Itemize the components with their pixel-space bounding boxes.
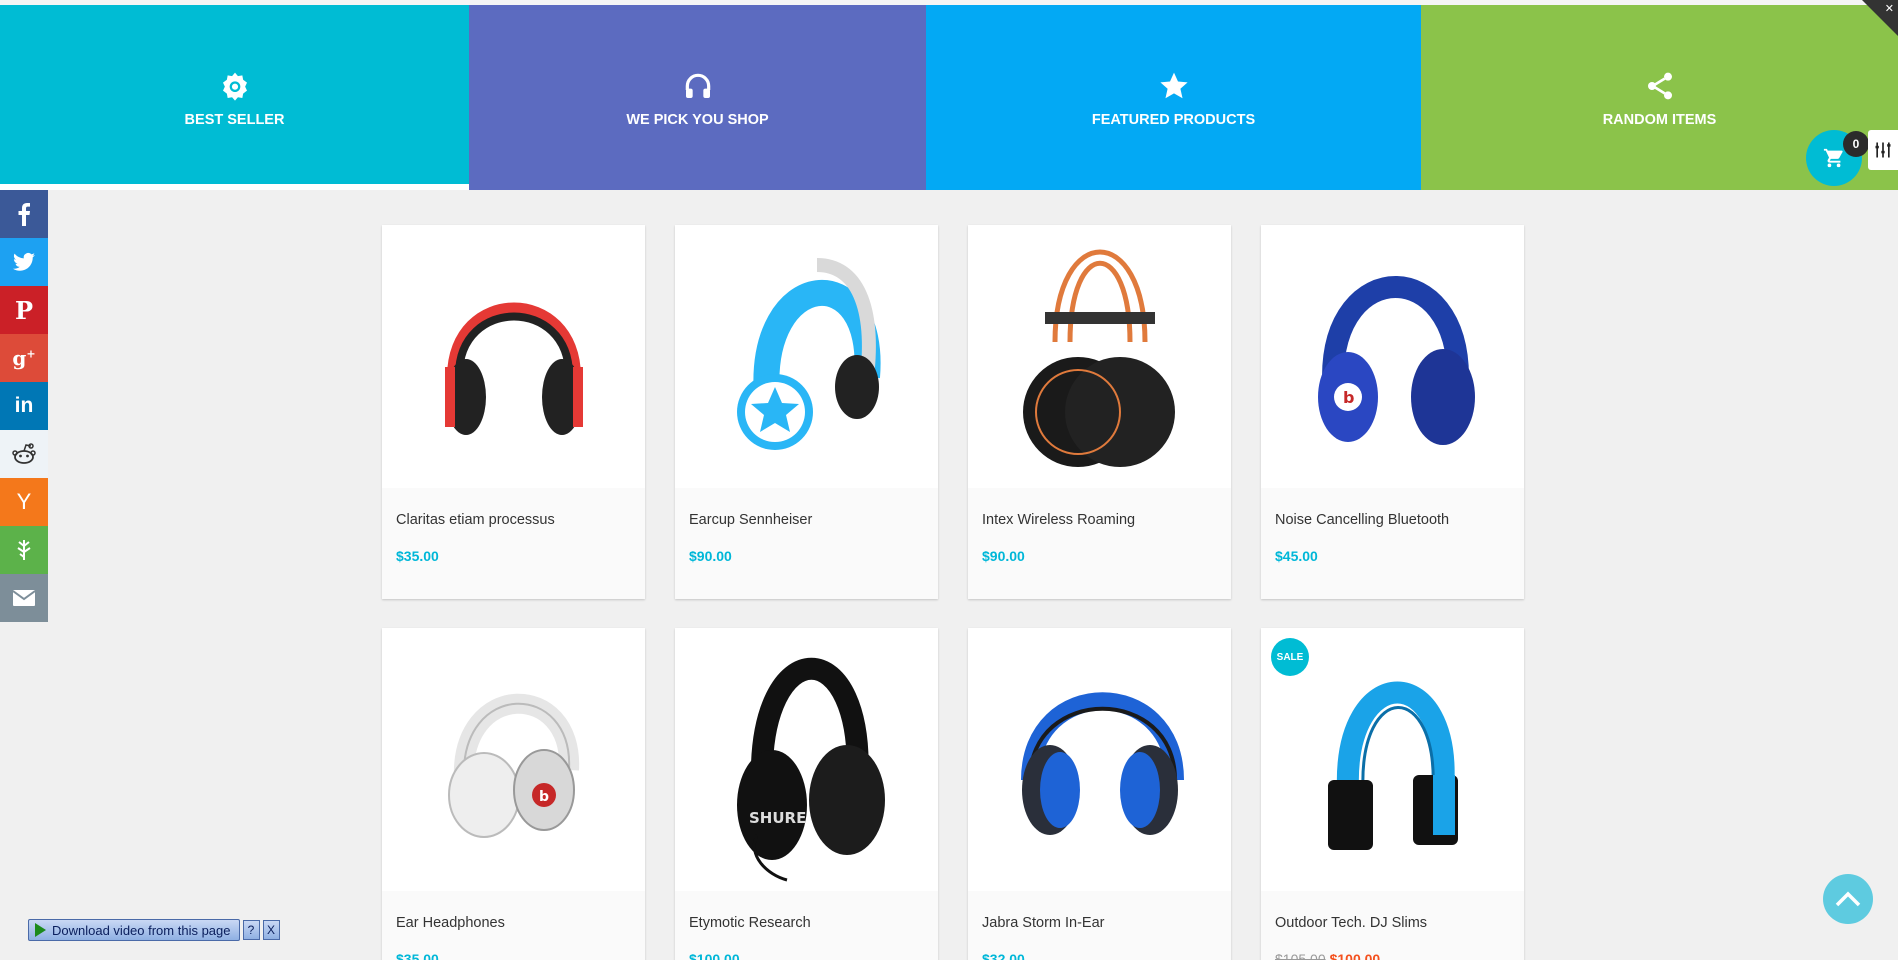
product-name[interactable]: Claritas etiam processus [396,512,631,528]
linkedin-share-button[interactable]: in [0,382,48,430]
sale-price: $100.00 [1329,951,1381,960]
svg-text:b: b [1343,388,1354,407]
product-image[interactable]: b [382,628,645,891]
linkedin-icon: in [14,394,34,417]
pinterest-icon: P [14,295,34,325]
google-plus-share-button[interactable]: g+ [0,334,48,382]
product-image[interactable] [675,225,938,488]
headphones-icon [680,68,716,104]
chevron-up-icon [1835,891,1861,907]
evernote-icon [17,540,31,560]
share-icon [1642,68,1678,104]
headphones-image: b [1317,275,1475,445]
product-info: Noise Cancelling Bluetooth $45.00 [1261,488,1524,599]
tab-label: BEST SELLER [184,111,285,128]
product-card[interactable]: Claritas etiam processus $35.00 [382,225,645,599]
product-price: $90.00 [689,548,732,564]
product-image[interactable]: b [1261,225,1524,488]
sale-badge: SALE [1271,638,1309,676]
product-info: Etymotic Research $100.00 [675,891,938,960]
twitter-share-button[interactable] [0,238,48,286]
product-image[interactable] [382,225,645,488]
help-button[interactable]: ? [242,920,260,940]
facebook-icon [18,203,30,226]
product-card[interactable]: Jabra Storm In-Ear $32.00 [968,628,1231,960]
product-name[interactable]: Noise Cancelling Bluetooth [1275,512,1510,528]
download-video-button[interactable]: Download video from this page [28,919,240,941]
play-icon [35,923,46,937]
product-image[interactable] [968,225,1231,488]
headphones-image [444,302,583,435]
product-name[interactable]: Earcup Sennheiser [689,512,924,528]
product-image[interactable]: SALE [1261,628,1524,891]
product-price: $45.00 [1275,548,1318,564]
product-info: Jabra Storm In-Ear $32.00 [968,891,1231,960]
email-icon [13,590,35,606]
reddit-icon [12,443,36,464]
product-price: $35.00 [396,548,439,564]
svg-text:b: b [539,789,549,805]
product-price: $32.00 [982,951,1025,960]
settings-toggle-button[interactable] [1868,130,1898,170]
product-name[interactable]: Etymotic Research [689,915,924,931]
evernote-share-button[interactable] [0,526,48,574]
tab-we-pick-you-shop[interactable]: WE PICK YOU SHOP [469,5,926,190]
product-price: $35.00 [396,951,439,960]
old-price: $105.00 [1275,951,1326,960]
scroll-to-top-button[interactable] [1823,874,1873,924]
tab-best-seller[interactable]: BEST SELLER [0,5,469,190]
product-image[interactable] [968,628,1231,891]
product-card[interactable]: Earcup Sennheiser $90.00 [675,225,938,599]
facebook-share-button[interactable] [0,190,48,238]
product-card[interactable]: SHURE Etymotic Research $100.00 [675,628,938,960]
product-info: Ear Headphones $35.00 [382,891,645,960]
product-info: Intex Wireless Roaming $90.00 [968,488,1231,599]
product-price: $105.00 $100.00 [1275,951,1510,960]
product-name[interactable]: Ear Headphones [396,915,631,931]
reddit-share-button[interactable] [0,430,48,478]
product-info: Earcup Sennheiser $90.00 [675,488,938,599]
download-video-toolbar: Download video from this page ? X [28,919,280,941]
tab-label: RANDOM ITEMS [1602,111,1717,128]
svg-text:SHURE: SHURE [749,809,806,827]
star-icon [1156,68,1192,104]
close-button[interactable]: X [262,920,280,940]
headphones-image: b [447,693,579,838]
cart-icon [1823,148,1843,168]
product-price: $90.00 [982,548,1025,564]
product-info: Outdoor Tech. DJ Slims $105.00 $100.00 [1261,891,1524,960]
tab-label: FEATURED PRODUCTS [1091,111,1256,128]
headphones-image: SHURE [736,657,885,881]
headphones-image [1020,691,1184,835]
email-share-button[interactable] [0,574,48,622]
hacker-news-share-button[interactable]: Y [0,478,48,526]
sliders-icon [1875,142,1891,158]
social-share-bar: P g+ in Y [0,190,48,622]
tab-featured-products[interactable]: FEATURED PRODUCTS [926,5,1421,190]
cart-count-badge: 0 [1843,131,1869,157]
headphones-image [1327,681,1458,850]
headphones-image [1022,249,1175,467]
product-name[interactable]: Intex Wireless Roaming [982,512,1217,528]
product-card[interactable]: SALE Outdoor Tech. DJ Slims $105.00 $100.… [1261,628,1524,960]
product-card[interactable]: Intex Wireless Roaming $90.00 [968,225,1231,599]
hacker-news-icon: Y [16,489,32,514]
product-image[interactable]: SHURE [675,628,938,891]
close-corner-icon[interactable]: ✕ [1862,0,1898,36]
pinterest-share-button[interactable]: P [0,286,48,334]
product-card[interactable]: b Noise Cancelling Bluetooth $45.00 [1261,225,1524,599]
twitter-icon [13,252,35,271]
category-tabs: BEST SELLER WE PICK YOU SHOP FEATURED PR… [0,5,1898,190]
tab-label: WE PICK YOU SHOP [626,111,769,128]
google-plus-icon: g+ [12,346,36,370]
product-name[interactable]: Jabra Storm In-Ear [982,915,1217,931]
download-video-label: Download video from this page [52,922,231,938]
gear-icon [217,68,253,104]
product-name[interactable]: Outdoor Tech. DJ Slims [1275,915,1510,931]
product-info: Claritas etiam processus $35.00 [382,488,645,599]
product-price: $100.00 [689,951,740,960]
headphones-image [736,257,881,450]
product-card[interactable]: b Ear Headphones $35.00 [382,628,645,960]
